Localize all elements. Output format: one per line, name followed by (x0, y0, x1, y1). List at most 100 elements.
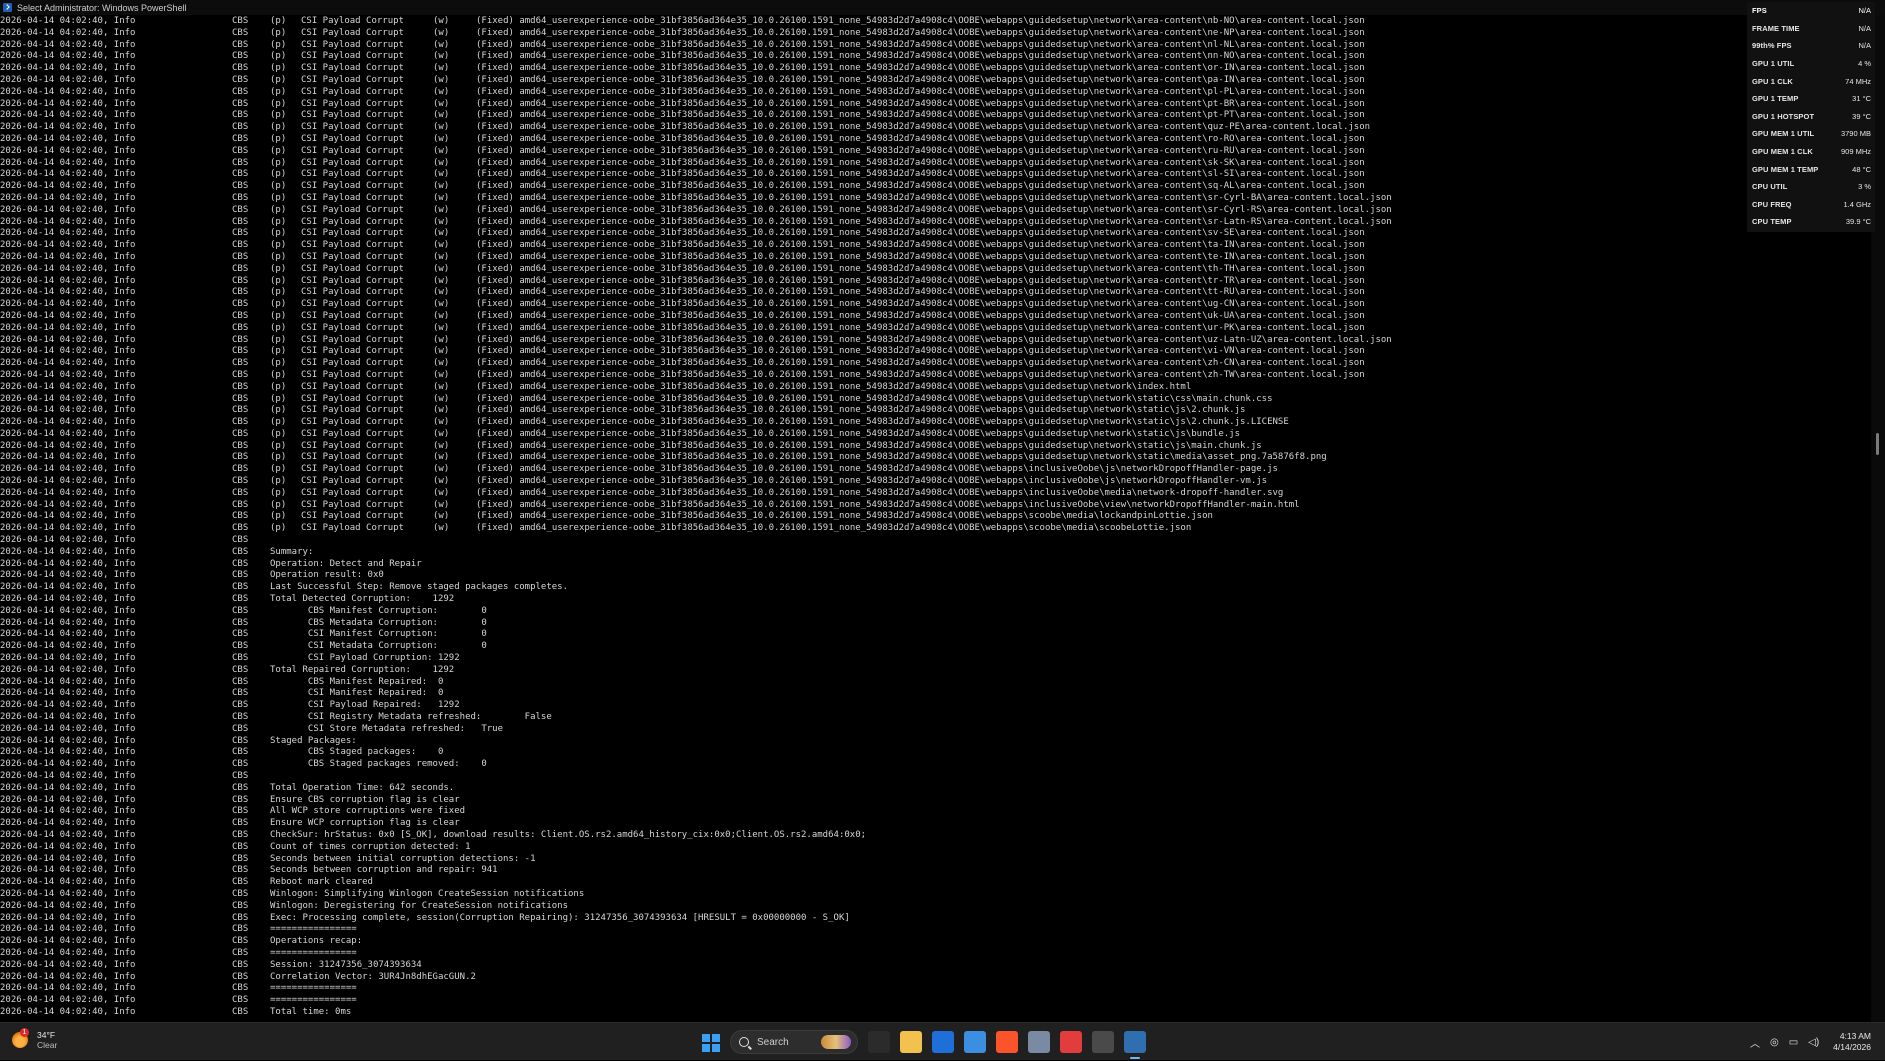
log-source: CBS (232, 841, 249, 852)
log-source: CBS (232, 782, 249, 793)
log-flag: (w) (433, 499, 450, 510)
taskbar-app-icon[interactable] (932, 1031, 954, 1053)
log-flag: (p) (270, 428, 287, 439)
log-flag: (w) (433, 145, 450, 156)
log-timestamp: 2026-04-14 04:02:40, Info (0, 818, 136, 829)
overlay-value: 3 % (1858, 182, 1871, 192)
log-flag: (w) (433, 122, 450, 133)
log-source: CBS (232, 605, 249, 616)
console-line: 2026-04-14 04:02:40, Info CBS CSI Manifes… (0, 688, 1870, 700)
taskbar-app-icon[interactable] (996, 1031, 1018, 1053)
log-source: CBS (232, 98, 249, 109)
log-path: (Fixed) amd64_userexperience-oobe_31bf38… (476, 381, 1192, 392)
log-message: CSI Payload Corrupt (301, 310, 404, 321)
log-message: CSI Payload Corrupt (301, 204, 404, 215)
log-message: CSI Payload Corrupt (301, 251, 404, 262)
log-source: CBS (232, 322, 249, 333)
taskbar-clock[interactable]: 4:13 AM 4/14/2026 (1833, 1031, 1871, 1053)
log-timestamp: 2026-04-14 04:02:40, Info (0, 853, 136, 864)
log-path: (Fixed) amd64_userexperience-oobe_31bf38… (476, 499, 1300, 510)
log-message: CSI Payload Corrupt (301, 39, 404, 50)
log-flag: (w) (433, 287, 450, 298)
log-message: Reboot mark cleared (270, 877, 373, 888)
log-timestamp: 2026-04-14 04:02:40, Info (0, 110, 136, 121)
monitor-icon[interactable]: ▭ (1789, 1037, 1798, 1048)
log-message: Last Successful Step: Remove staged pack… (270, 582, 569, 593)
log-source: CBS (232, 440, 249, 451)
overlay-row: GPU 1 UTIL 4 % (1747, 55, 1875, 73)
log-flag: (p) (270, 122, 287, 133)
start-button-icon[interactable] (702, 1034, 720, 1052)
log-path: (Fixed) amd64_userexperience-oobe_31bf38… (476, 228, 1365, 239)
log-path: (Fixed) amd64_userexperience-oobe_31bf38… (476, 511, 1213, 522)
log-message: CSI Payload Corrupt (301, 228, 404, 239)
overlay-value: N/A (1858, 23, 1871, 33)
log-flag: (p) (270, 334, 287, 345)
taskbar-app-icon[interactable] (1060, 1031, 1082, 1053)
log-source: CBS (232, 912, 249, 923)
log-source: CBS (232, 405, 249, 416)
taskbar-app-icon[interactable] (868, 1031, 890, 1053)
log-flag: (p) (270, 322, 287, 333)
console-line: 2026-04-14 04:02:40, Info CBS (p) CSI Paylo… (0, 417, 1870, 429)
log-source: CBS (232, 417, 249, 428)
console-line: 2026-04-14 04:02:40, Info CBS Seconds betw… (0, 854, 1870, 866)
overlay-row: GPU MEM 1 UTIL 3790 MB (1747, 125, 1875, 143)
log-message: CSI Payload Corrupt (301, 122, 404, 133)
log-timestamp: 2026-04-14 04:02:40, Info (0, 558, 136, 569)
log-source: CBS (232, 334, 249, 345)
log-source: CBS (232, 700, 249, 711)
console-line: 2026-04-14 04:02:40, Info CBS (p) CSI Paylo… (0, 193, 1870, 205)
console-line: 2026-04-14 04:02:40, Info CBS CBS Manifes… (0, 606, 1870, 618)
log-flag: (p) (270, 192, 287, 203)
network-icon[interactable]: ◎ (1770, 1037, 1779, 1048)
log-source: CBS (232, 664, 249, 675)
taskbar-app-icon[interactable] (900, 1031, 922, 1053)
log-source: CBS (232, 381, 249, 392)
taskbar-search[interactable]: Search (730, 1030, 858, 1054)
tray-chevron-icon[interactable]: ︿ (1750, 1035, 1760, 1050)
overlay-value: 4 % (1858, 59, 1871, 69)
log-path: (Fixed) amd64_userexperience-oobe_31bf38… (476, 240, 1365, 251)
log-timestamp: 2026-04-14 04:02:40, Info (0, 240, 136, 251)
scrollbar-thumb[interactable] (1876, 433, 1879, 455)
log-flag: (p) (270, 110, 287, 121)
log-path: (Fixed) amd64_userexperience-oobe_31bf38… (476, 216, 1392, 227)
console-line: 2026-04-14 04:02:40, Info CBS (p) CSI Paylo… (0, 51, 1870, 63)
log-message: CSI Payload Corrupt (301, 133, 404, 144)
window-titlebar[interactable]: Select Administrator: Windows PowerShell (0, 0, 1885, 15)
log-message: CheckSur: hrStatus: 0x0 [S_OK], download… (270, 829, 867, 840)
log-source: CBS (232, 582, 249, 593)
volume-icon[interactable]: ◁) (1808, 1037, 1819, 1048)
log-message: CSI Payload Corrupt (301, 428, 404, 439)
weather-widget[interactable]: 1 34°F Clear (12, 1028, 57, 1050)
log-message: Operation: Detect and Repair (270, 558, 422, 569)
overlay-label: 99th% FPS (1752, 41, 1792, 51)
log-message: CSI Manifest Corruption: 0 (270, 629, 487, 640)
log-message: CSI Payload Corrupt (301, 145, 404, 156)
log-source: CBS (232, 393, 249, 404)
console-output[interactable]: 2026-04-14 04:02:40, Info CBS (p) CSI Paylo… (0, 16, 1870, 1022)
log-message: CSI Payload Corrupt (301, 452, 404, 463)
taskbar-app-icon[interactable] (1124, 1031, 1146, 1059)
log-path: (Fixed) amd64_userexperience-oobe_31bf38… (476, 334, 1392, 345)
log-timestamp: 2026-04-14 04:02:40, Info (0, 299, 136, 310)
taskbar-app-icon[interactable] (964, 1031, 986, 1053)
log-path: (Fixed) amd64_userexperience-oobe_31bf38… (476, 157, 1365, 168)
console-line: 2026-04-14 04:02:40, Info CBS (p) CSI Paylo… (0, 311, 1870, 323)
log-message: CSI Payload Corrupt (301, 63, 404, 74)
console-line: 2026-04-14 04:02:40, Info CBS Operation re… (0, 570, 1870, 582)
console-line: 2026-04-14 04:02:40, Info CBS (p) CSI Paylo… (0, 28, 1870, 40)
log-source: CBS (232, 865, 249, 876)
log-flag: (p) (270, 133, 287, 144)
overlay-value: 3790 MB (1840, 129, 1871, 139)
taskbar-app-icon[interactable] (1028, 1031, 1050, 1053)
log-timestamp: 2026-04-14 04:02:40, Info (0, 381, 136, 392)
log-flag: (p) (270, 393, 287, 404)
clock-time: 4:13 AM (1839, 1031, 1871, 1041)
log-message: CSI Registry Metadata refreshed: False (270, 712, 552, 723)
log-source: CBS (232, 629, 249, 640)
log-source: CBS (232, 936, 249, 947)
taskbar-app-icon[interactable] (1092, 1031, 1114, 1053)
console-line: 2026-04-14 04:02:40, Info CBS Count of tim… (0, 842, 1870, 854)
